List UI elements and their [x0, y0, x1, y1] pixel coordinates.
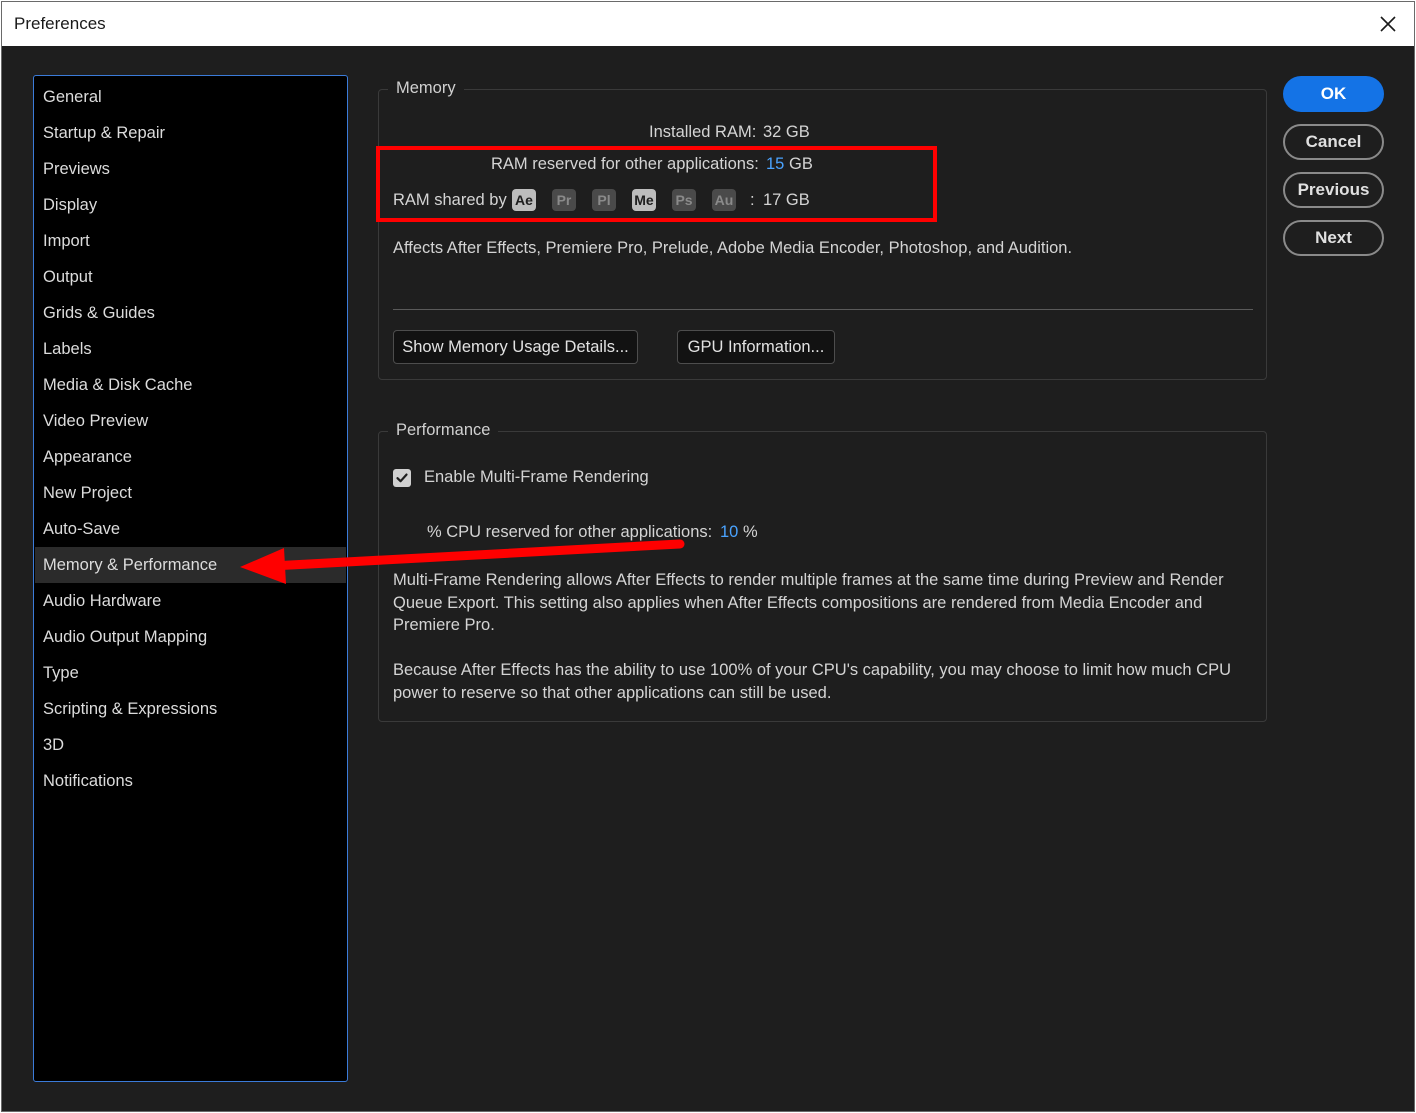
sidebar-item-output[interactable]: Output [35, 259, 346, 295]
close-button[interactable] [1372, 8, 1404, 40]
sidebar-item-display[interactable]: Display [35, 187, 346, 223]
sidebar-item-import[interactable]: Import [35, 223, 346, 259]
memory-group-title: Memory [388, 79, 464, 98]
sidebar-item-type[interactable]: Type [35, 655, 346, 691]
installed-ram-label: Installed RAM: [649, 123, 757, 141]
sidebar-item-video-preview[interactable]: Video Preview [35, 403, 346, 439]
cpu-description-line2: power to reserve so that other applicati… [393, 683, 832, 702]
sidebar-item-scripting-expressions[interactable]: Scripting & Expressions [35, 691, 346, 727]
mfr-label: Enable Multi-Frame Rendering [424, 468, 649, 486]
window-title: Preferences [14, 14, 106, 33]
close-icon [1380, 16, 1396, 32]
sidebar-item-appearance[interactable]: Appearance [35, 439, 346, 475]
mfr-description-line3: Premiere Pro. [393, 616, 495, 634]
preferences-window: Preferences General Startup & Repair Pre… [1, 1, 1415, 1112]
sidebar-item-previews[interactable]: Previews [35, 151, 346, 187]
show-memory-usage-button[interactable]: Show Memory Usage Details... [393, 330, 638, 364]
sidebar-item-new-project[interactable]: New Project [35, 475, 346, 511]
sidebar-item-startup-repair[interactable]: Startup & Repair [35, 115, 346, 151]
sidebar-item-3d[interactable]: 3D [35, 727, 346, 763]
highlight-box-annotation [376, 146, 937, 222]
previous-button[interactable]: Previous [1283, 172, 1384, 208]
sidebar-item-grids-guides[interactable]: Grids & Guides [35, 295, 346, 331]
title-bar: Preferences [2, 2, 1414, 46]
sidebar-item-general[interactable]: General [35, 79, 346, 115]
cpu-description-line1: Because After Effects has the ability to… [393, 661, 1232, 679]
cpu-reserved-unit: % [743, 523, 758, 541]
affects-apps-text: Affects After Effects, Premiere Pro, Pre… [393, 239, 1073, 257]
ok-button[interactable]: OK [1283, 76, 1384, 112]
mfr-checkbox[interactable] [393, 469, 411, 487]
cancel-button[interactable]: Cancel [1283, 124, 1384, 160]
sidebar-item-notifications[interactable]: Notifications [35, 763, 346, 799]
cpu-description: Because After Effects has the ability to… [393, 659, 1263, 704]
sidebar-item-media-disk-cache[interactable]: Media & Disk Cache [35, 367, 346, 403]
sidebar-item-labels[interactable]: Labels [35, 331, 346, 367]
gpu-information-button[interactable]: GPU Information... [677, 330, 835, 364]
next-button[interactable]: Next [1283, 220, 1384, 256]
memory-divider [393, 309, 1253, 310]
performance-group-title: Performance [388, 421, 499, 440]
checkmark-icon [396, 473, 408, 483]
cpu-reserved-value[interactable]: 10 [720, 523, 738, 542]
arrow-annotation [240, 539, 685, 584]
mfr-description-line2: Queue Export. This setting also applies … [393, 593, 1203, 612]
sidebar-item-audio-output-mapping[interactable]: Audio Output Mapping [35, 619, 346, 655]
installed-ram-value: 32 GB [763, 123, 810, 141]
